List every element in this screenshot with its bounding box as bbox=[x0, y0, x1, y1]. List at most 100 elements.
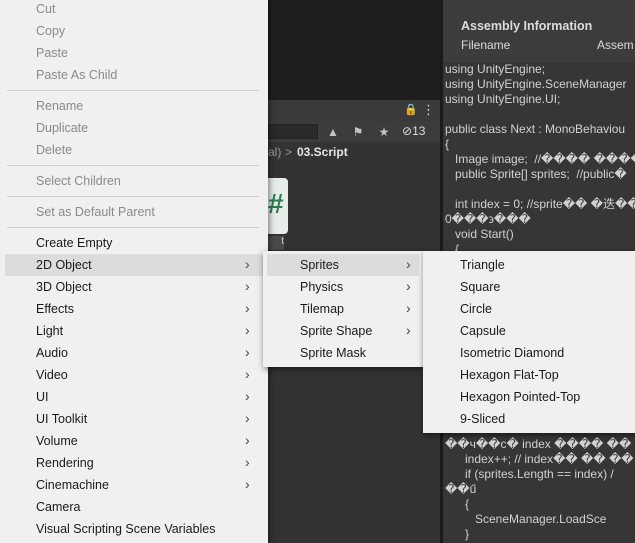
breadcrumb-current[interactable]: 03.Script bbox=[297, 145, 348, 159]
menu-item-visual-scripting-scene-variables[interactable]: Visual Scripting Scene Variables bbox=[5, 518, 263, 540]
menu-item-label: Select Children bbox=[36, 174, 121, 188]
menu-item-ui[interactable]: UI › bbox=[5, 386, 263, 408]
more-options-icon[interactable]: ⋮ bbox=[422, 102, 435, 118]
menu-item-label: 2D Object bbox=[36, 258, 92, 272]
favorite-star-icon[interactable]: ★ bbox=[375, 124, 393, 140]
menu-item-label: Rendering bbox=[36, 456, 94, 470]
menu-item-label: Triangle bbox=[460, 258, 505, 272]
chevron-right-icon: › bbox=[406, 278, 411, 294]
code-line: public Sprite[] sprites; //public� bbox=[445, 167, 627, 181]
menu-item-9-sliced[interactable]: 9-Sliced bbox=[427, 408, 631, 430]
code-line: { bbox=[445, 497, 470, 511]
filter-icon[interactable]: ▲ bbox=[324, 124, 342, 140]
code-line: ��ű bbox=[445, 482, 477, 496]
menu-item-audio[interactable]: Audio › bbox=[5, 342, 263, 364]
menu-item-set-as-default-parent[interactable]: Set as Default Parent bbox=[5, 201, 263, 223]
menu-item-duplicate[interactable]: Duplicate bbox=[5, 117, 263, 139]
menu-item-delete[interactable]: Delete bbox=[5, 139, 263, 161]
inspector-header: Assembly Information Filename Assem bbox=[443, 0, 635, 62]
menu-item-video[interactable]: Video › bbox=[5, 364, 263, 386]
menu-item-label: Delete bbox=[36, 143, 73, 157]
menu-item-effects[interactable]: Effects › bbox=[5, 298, 263, 320]
menu-item-label: Paste As Child bbox=[36, 68, 118, 82]
code-line: using UnityEngine; bbox=[445, 62, 546, 76]
chevron-right-icon: › bbox=[245, 410, 250, 426]
menu-item-label: Physics bbox=[300, 280, 344, 294]
menu-item-label: Tilemap bbox=[300, 302, 344, 316]
breadcrumb-separator: > bbox=[285, 145, 293, 159]
menu-item-tilemap[interactable]: Tilemap › bbox=[267, 298, 419, 320]
chevron-right-icon: › bbox=[245, 366, 250, 382]
menu-item-label: Hexagon Pointed-Top bbox=[460, 390, 581, 404]
menu-item-volume[interactable]: Volume › bbox=[5, 430, 263, 452]
menu-item-label: Paste bbox=[36, 46, 68, 60]
menu-item-sprite-shape[interactable]: Sprite Shape › bbox=[267, 320, 419, 342]
menu-item-3d-object[interactable]: 3D Object › bbox=[5, 276, 263, 298]
chevron-right-icon: › bbox=[245, 454, 250, 470]
menu-item-circle[interactable]: Circle bbox=[427, 298, 631, 320]
menu-item-label: Sprite Mask bbox=[300, 346, 366, 360]
filename-column: Filename bbox=[461, 38, 511, 52]
menu-item-hexagon-pointed-top[interactable]: Hexagon Pointed-Top bbox=[427, 386, 631, 408]
menu-item-label: Cinemachine bbox=[36, 478, 109, 492]
project-panel-header: 🔒 ⋮ bbox=[268, 100, 440, 122]
code-line: ��ч��c� index ���� �� bbox=[445, 437, 632, 451]
chevron-right-icon: › bbox=[245, 476, 250, 492]
menu-item-hexagon-flat-top[interactable]: Hexagon Flat-Top bbox=[427, 364, 631, 386]
menu-item-cinemachine[interactable]: Cinemachine › bbox=[5, 474, 263, 496]
chevron-right-icon: › bbox=[245, 388, 250, 404]
menu-item-paste[interactable]: Paste bbox=[5, 42, 263, 64]
menu-item-label: Create Empty bbox=[36, 236, 113, 250]
menu-item-sprite-mask[interactable]: Sprite Mask bbox=[267, 342, 419, 364]
chevron-right-icon: › bbox=[245, 432, 250, 448]
label-tag-icon[interactable]: ⚑ bbox=[349, 124, 367, 140]
menu-separator bbox=[7, 196, 259, 197]
menu-item-label: Volume bbox=[36, 434, 78, 448]
menu-item-camera[interactable]: Camera bbox=[5, 496, 263, 518]
2d-object-submenu: Sprites › Physics › Tilemap › Sprite Shape › Spr… bbox=[263, 251, 423, 367]
code-line: Image image; //���� ���� bbox=[445, 152, 635, 166]
menu-separator bbox=[7, 227, 259, 228]
menu-item-copy[interactable]: Copy bbox=[5, 20, 263, 42]
assembly-info-title: Assembly Information bbox=[461, 19, 593, 33]
chevron-right-icon: › bbox=[245, 344, 250, 360]
menu-item-isometric-diamond[interactable]: Isometric Diamond bbox=[427, 342, 631, 364]
menu-item-label: Rename bbox=[36, 99, 84, 113]
menu-item-capsule[interactable]: Capsule bbox=[427, 320, 631, 342]
menu-separator bbox=[7, 165, 259, 166]
script-asset-label: t bbox=[268, 236, 284, 250]
menu-item-label: Square bbox=[460, 280, 501, 294]
menu-item-physics[interactable]: Physics › bbox=[267, 276, 419, 298]
menu-item-square[interactable]: Square bbox=[427, 276, 631, 298]
menu-item-label: Set as Default Parent bbox=[36, 205, 155, 219]
menu-item-triangle[interactable]: Triangle bbox=[427, 254, 631, 276]
menu-item-label: Visual Scripting Scene Variables bbox=[36, 522, 216, 536]
menu-item-paste-as-child[interactable]: Paste As Child bbox=[5, 64, 263, 86]
chevron-right-icon: › bbox=[406, 256, 411, 272]
breadcrumb-prev[interactable]: al) bbox=[268, 145, 281, 159]
menu-item-label: UI Toolkit bbox=[36, 412, 88, 426]
menu-item-label: Camera bbox=[36, 500, 81, 514]
menu-item-create-empty[interactable]: Create Empty bbox=[5, 232, 263, 254]
menu-item-label: Capsule bbox=[460, 324, 506, 338]
menu-item-label: Sprite Shape bbox=[300, 324, 373, 338]
menu-item-select-children[interactable]: Select Children bbox=[5, 170, 263, 192]
chevron-right-icon: › bbox=[245, 278, 250, 294]
csharp-script-icon[interactable]: # bbox=[268, 178, 288, 234]
project-search-field[interactable] bbox=[268, 124, 318, 139]
menu-item-2d-object[interactable]: 2D Object › bbox=[5, 254, 263, 276]
menu-item-label: Sprites bbox=[300, 258, 339, 272]
lock-icon[interactable]: 🔒 bbox=[404, 103, 418, 116]
menu-item-rename[interactable]: Rename bbox=[5, 95, 263, 117]
hierarchy-context-menu: Cut Copy Paste Paste As Child Rename Duplicat… bbox=[0, 0, 268, 543]
menu-item-rendering[interactable]: Rendering › bbox=[5, 452, 263, 474]
menu-item-light[interactable]: Light › bbox=[5, 320, 263, 342]
menu-item-ui-toolkit[interactable]: UI Toolkit › bbox=[5, 408, 263, 430]
menu-separator bbox=[7, 90, 259, 91]
menu-item-cut[interactable]: Cut bbox=[5, 0, 263, 20]
menu-item-label: Duplicate bbox=[36, 121, 89, 135]
menu-item-sprites[interactable]: Sprites › bbox=[267, 254, 419, 276]
hidden-packages-toggle[interactable]: ⊘13 bbox=[402, 124, 425, 138]
